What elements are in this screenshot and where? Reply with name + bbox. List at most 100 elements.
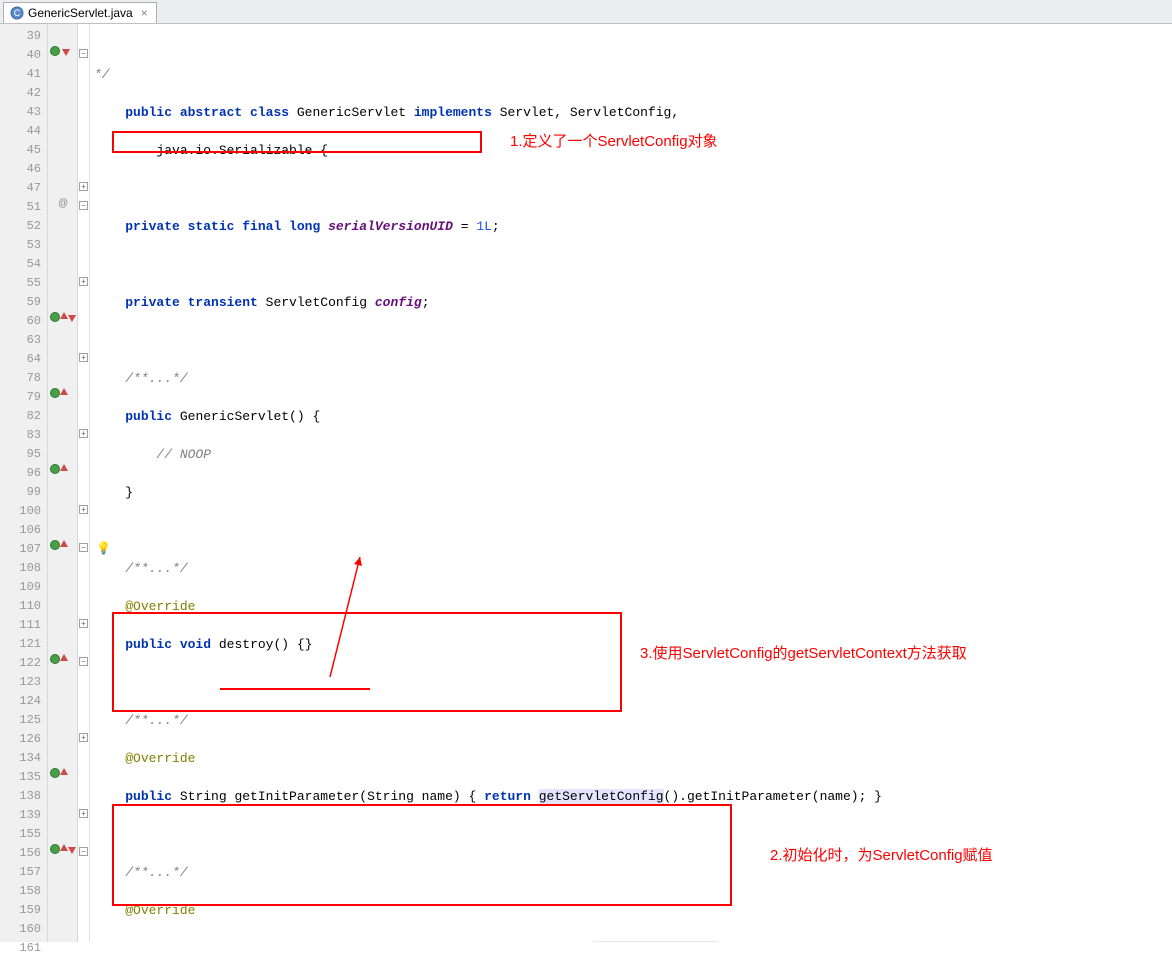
arrow-down-icon [62,49,70,56]
line-number: 126 [0,730,41,749]
line-number: 121 [0,635,41,654]
override-marker-icon [50,654,60,664]
line-number: 109 [0,578,41,597]
line-number: 39 [0,27,41,46]
arrow-up-icon [60,768,68,775]
tab-filename: GenericServlet.java [28,6,133,20]
code-line: /**...*/ [90,863,1172,882]
fold-expand-icon[interactable]: + [79,182,88,191]
code-line: public GenericServlet() { [90,407,1172,426]
fold-collapse-icon[interactable]: − [79,847,88,856]
line-number: 124 [0,692,41,711]
code-line: /**...*/ [90,711,1172,730]
line-number: 122 [0,654,41,673]
code-area[interactable]: 💡 */ public abstract class GenericServle… [90,24,1172,942]
line-number: 107 [0,540,41,559]
override-marker-icon [50,464,60,474]
line-number: 55 [0,274,41,293]
line-number: 106 [0,521,41,540]
line-number: 100 [0,502,41,521]
line-number: 42 [0,84,41,103]
code-line: public abstract class GenericServlet imp… [90,103,1172,122]
code-line: /**...*/ [90,559,1172,578]
fold-gutter: − + − + + + + − + − + + − [78,24,90,942]
fold-collapse-icon[interactable]: − [79,543,88,552]
override-marker-icon [50,844,60,854]
code-line: // NOOP [90,445,1172,464]
code-line: private static final long serialVersionU… [90,217,1172,236]
tab-bar: C GenericServlet.java × [0,0,1172,24]
close-icon[interactable]: × [141,6,148,20]
code-line: private transient ServletConfig config; [90,293,1172,312]
line-number: 96 [0,464,41,483]
line-number: 82 [0,407,41,426]
arrow-up-icon [60,312,68,319]
line-number: 123 [0,673,41,692]
annotation-box-3 [112,612,622,712]
line-number: 83 [0,426,41,445]
line-number: 108 [0,559,41,578]
line-number: 60 [0,312,41,331]
line-number: 159 [0,901,41,920]
lightbulb-icon[interactable]: 💡 [96,540,108,552]
line-number: 53 [0,236,41,255]
override-marker-icon [50,312,60,322]
code-line [90,521,1172,540]
svg-text:C: C [14,8,21,18]
line-number: 59 [0,293,41,312]
line-number-gutter: 3940414243444546475152535455596063647879… [0,24,48,942]
override-marker-icon [50,46,60,56]
editor: 3940414243444546475152535455596063647879… [0,24,1172,942]
line-number: 43 [0,103,41,122]
line-number: 138 [0,787,41,806]
line-number: 156 [0,844,41,863]
line-number: 135 [0,768,41,787]
line-number: 44 [0,122,41,141]
arrow-up-icon [60,654,68,661]
code-line [90,255,1172,274]
line-number: 134 [0,749,41,768]
file-tab[interactable]: C GenericServlet.java × [3,2,157,23]
line-number: 125 [0,711,41,730]
java-class-icon: C [10,6,24,20]
fold-expand-icon[interactable]: + [79,619,88,628]
code-line: public void destroy() {} [90,635,1172,654]
line-number: 157 [0,863,41,882]
fold-expand-icon[interactable]: + [79,733,88,742]
arrow-down-icon [68,847,76,854]
line-number: 110 [0,597,41,616]
code-line: } [90,483,1172,502]
line-number: 47 [0,179,41,198]
fold-expand-icon[interactable]: + [79,353,88,362]
override-marker-icon [50,540,60,550]
annotation-box-2 [112,804,732,906]
line-number: 139 [0,806,41,825]
code-line [90,179,1172,198]
code-line: public String getInitParameter(String na… [90,787,1172,806]
code-line: @Override [90,597,1172,616]
code-line: @Override [90,749,1172,768]
line-number: 41 [0,65,41,84]
fold-collapse-icon[interactable]: − [79,49,88,58]
fold-expand-icon[interactable]: + [79,429,88,438]
code-line: */ [90,65,1172,84]
line-number: 51 [0,198,41,217]
code-line [90,331,1172,350]
line-number: 155 [0,825,41,844]
line-number: 158 [0,882,41,901]
arrow-up-icon [60,388,68,395]
fold-collapse-icon[interactable]: − [79,201,88,210]
code-line [90,825,1172,844]
line-number: 160 [0,920,41,939]
line-number: 45 [0,141,41,160]
line-number: 46 [0,160,41,179]
fold-expand-icon[interactable]: + [79,505,88,514]
code-line [90,673,1172,692]
fold-collapse-icon[interactable]: − [79,657,88,666]
line-number: 63 [0,331,41,350]
fold-expand-icon[interactable]: + [79,809,88,818]
code-line: java.io.Serializable { [90,141,1172,160]
line-number: 52 [0,217,41,236]
marker-gutter: @ [48,24,78,942]
fold-expand-icon[interactable]: + [79,277,88,286]
